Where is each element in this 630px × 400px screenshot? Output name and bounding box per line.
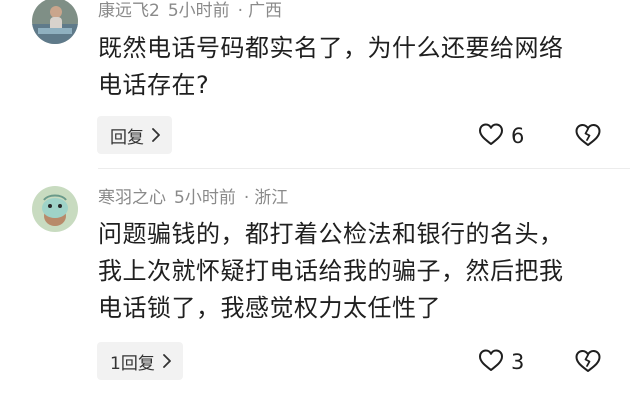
like-count: 6: [511, 124, 525, 148]
comment-line: 问题骗钱的，都打着公检法和银行的名头，: [98, 220, 564, 248]
like-button[interactable]: 3: [478, 348, 524, 376]
reply-label: 回复: [110, 127, 144, 148]
comment-line: 既然电话号码都实名了，为什么还要给网络: [98, 34, 564, 62]
dislike-button[interactable]: [574, 122, 602, 152]
comment-meta: 康远飞2 5小时前 · 广西: [98, 0, 290, 22]
chevron-right-icon: [152, 128, 160, 142]
username[interactable]: 寒羽之心: [98, 188, 166, 208]
chevron-right-icon: [162, 354, 171, 368]
broken-heart-icon: [574, 124, 602, 152]
location: 广西: [248, 1, 283, 21]
heart-outline-icon: [478, 122, 504, 150]
avatar-cartoon: [32, 186, 78, 232]
meta-separator: ·: [243, 188, 250, 208]
reply-button[interactable]: 回复: [97, 116, 172, 154]
avatar[interactable]: [32, 0, 78, 44]
meta-separator: ·: [237, 1, 244, 21]
comment-text: 既然电话号码都实名了，为什么还要给网络 电话存在?: [98, 30, 598, 104]
avatar[interactable]: [32, 186, 78, 232]
like-button[interactable]: 6: [478, 122, 524, 150]
username[interactable]: 康远飞2: [98, 1, 160, 21]
dislike-button[interactable]: [574, 348, 602, 378]
location: 浙江: [254, 188, 289, 208]
comment-meta: 寒羽之心 5小时前 · 浙江: [98, 187, 296, 209]
comment-line: 电话锁了，我感觉权力太任性了: [98, 294, 441, 322]
like-count: 3: [511, 350, 525, 374]
heart-outline-icon: [478, 348, 504, 376]
avatar-photo: [32, 0, 78, 44]
broken-heart-icon: [574, 350, 602, 378]
reply-label: 1回复: [110, 353, 155, 374]
timestamp: 5小时前: [174, 188, 236, 208]
comment-line: 电话存在?: [98, 71, 210, 99]
timestamp: 5小时前: [167, 1, 230, 21]
comment-text: 问题骗钱的，都打着公检法和银行的名头， 我上次就怀疑打电话给我的骗子，然后把我 …: [98, 216, 598, 327]
comment-divider: [98, 168, 630, 169]
reply-button[interactable]: 1回复: [97, 342, 183, 380]
comment-line: 我上次就怀疑打电话给我的骗子，然后把我: [98, 257, 564, 285]
